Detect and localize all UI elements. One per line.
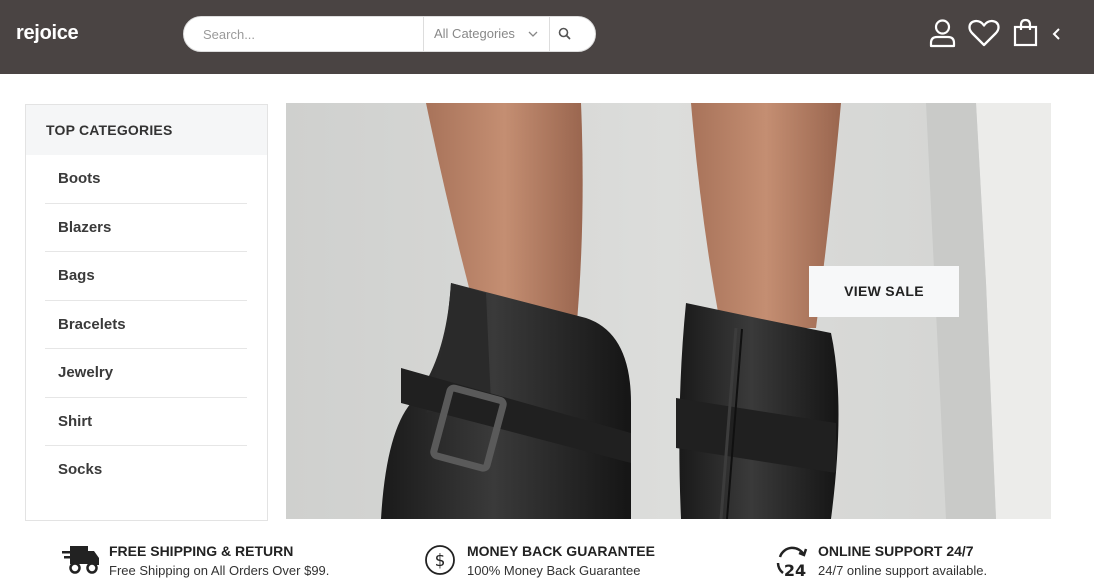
feature-title: FREE SHIPPING & RETURN (109, 543, 294, 559)
truck-icon (62, 546, 99, 574)
site-logo[interactable]: rejoice (16, 22, 79, 45)
search-input[interactable] (184, 17, 424, 51)
feature-title: MONEY BACK GUARANTEE (467, 543, 655, 559)
category-list: Boots Blazers Bags Bracelets Jewelry Shi… (26, 155, 267, 495)
svg-text:24: 24 (784, 561, 806, 579)
feature-subtitle: 24/7 online support available. (818, 563, 988, 578)
feature-title: ONLINE SUPPORT 24/7 (818, 543, 974, 559)
sidebar-item-boots[interactable]: Boots (45, 155, 247, 204)
search-bar: All Categories (183, 16, 596, 52)
sidebar-title: TOP CATEGORIES (26, 105, 267, 155)
feature-subtitle: Free Shipping on All Orders Over $99. (109, 563, 330, 578)
dollar-circle-icon: $ (425, 545, 455, 575)
hero-banner: VIEW SALE (286, 103, 1051, 519)
category-select-value: All Categories (434, 26, 515, 41)
sidebar-item-socks[interactable]: Socks (45, 446, 247, 495)
shopping-bag-icon[interactable] (1013, 18, 1038, 47)
sidebar-item-blazers[interactable]: Blazers (45, 204, 247, 252)
chevron-down-icon (528, 31, 538, 37)
chevron-left-icon[interactable] (1052, 27, 1062, 41)
category-select[interactable]: All Categories (423, 17, 550, 51)
heart-icon[interactable] (968, 19, 1000, 48)
support-24-icon: 24 (776, 546, 808, 579)
svg-text:$: $ (435, 551, 446, 571)
sidebar-item-bracelets[interactable]: Bracelets (45, 301, 247, 349)
search-icon[interactable] (556, 25, 574, 43)
feature-subtitle: 100% Money Back Guarantee (467, 563, 641, 578)
user-icon[interactable] (929, 18, 956, 48)
sidebar-item-shirt[interactable]: Shirt (45, 398, 247, 446)
view-sale-button[interactable]: VIEW SALE (809, 266, 959, 317)
sidebar-item-bags[interactable]: Bags (45, 252, 247, 301)
top-categories-panel: TOP CATEGORIES Boots Blazers Bags Bracel… (25, 104, 268, 521)
site-header: rejoice All Categories (0, 0, 1094, 74)
sidebar-item-jewelry[interactable]: Jewelry (45, 349, 247, 398)
